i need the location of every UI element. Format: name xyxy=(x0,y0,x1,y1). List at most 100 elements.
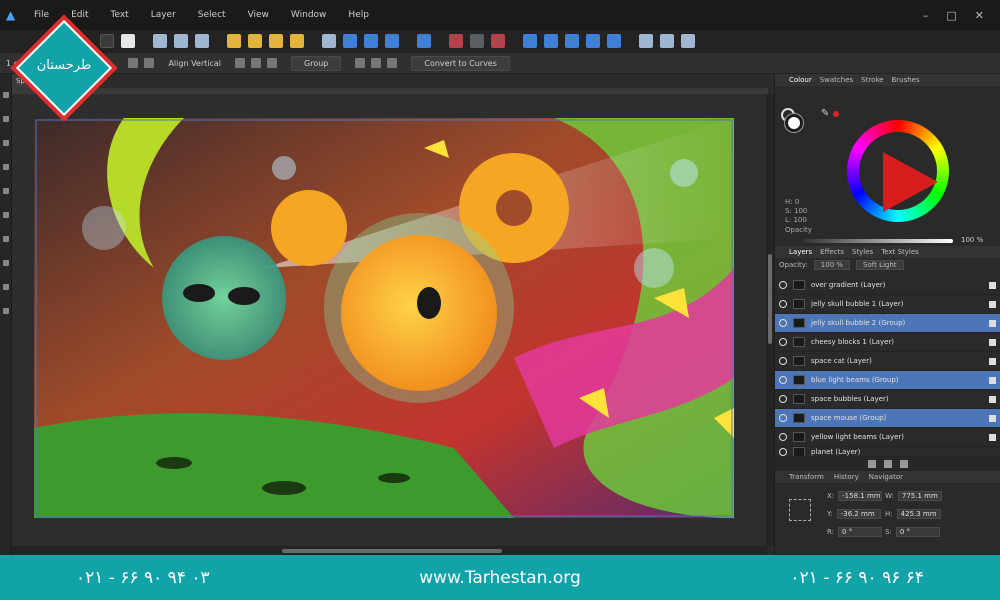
anchor-point-selector[interactable] xyxy=(789,499,811,521)
close-button[interactable]: ✕ xyxy=(975,9,984,22)
divide-boolean-icon[interactable] xyxy=(607,34,621,48)
align-top-icon[interactable] xyxy=(235,58,246,68)
origin-icon[interactable] xyxy=(128,58,139,68)
tab-swatches[interactable]: Swatches xyxy=(820,76,853,84)
visibility-icon[interactable] xyxy=(779,447,787,456)
vertical-scroll-thumb[interactable] xyxy=(768,254,772,344)
layer-checkbox[interactable] xyxy=(989,376,996,384)
recent-color-swatch[interactable] xyxy=(833,111,839,117)
tab-text-styles[interactable]: Text Styles xyxy=(881,248,919,256)
layer-row[interactable]: jelly skull bubble 1 (Layer) xyxy=(775,295,1000,314)
add-group-icon[interactable] xyxy=(883,460,892,468)
menu-window[interactable]: Window xyxy=(291,10,327,20)
rotate-left-icon[interactable] xyxy=(364,34,378,48)
order-backward-icon[interactable] xyxy=(248,34,262,48)
visibility-icon[interactable] xyxy=(779,357,787,365)
tab-stroke[interactable]: Stroke xyxy=(861,76,883,84)
add-boolean-icon[interactable] xyxy=(523,34,537,48)
layer-checkbox[interactable] xyxy=(989,433,996,441)
fill-tool-icon[interactable] xyxy=(2,212,9,218)
menu-text[interactable]: Text xyxy=(111,10,129,20)
insert-behind-icon[interactable] xyxy=(371,58,382,68)
layer-row[interactable]: space mouse (Group) xyxy=(775,409,1000,428)
flip-horizontal-icon[interactable] xyxy=(322,34,336,48)
visibility-icon[interactable] xyxy=(779,376,787,384)
tab-colour[interactable]: Colour xyxy=(789,76,812,84)
menu-select[interactable]: Select xyxy=(198,10,226,20)
color-triangle[interactable] xyxy=(883,152,938,212)
y-field[interactable]: -36.2 mm xyxy=(836,509,881,519)
align-icon[interactable] xyxy=(417,34,431,48)
menu-edit[interactable]: Edit xyxy=(71,10,88,20)
intersect-boolean-icon[interactable] xyxy=(565,34,579,48)
pencil-tool-icon[interactable] xyxy=(2,164,9,170)
tab-styles[interactable]: Styles xyxy=(852,248,873,256)
lock-icon[interactable] xyxy=(387,58,398,68)
align-left-icon[interactable] xyxy=(144,58,155,68)
move-tool-icon[interactable] xyxy=(2,92,9,98)
vertical-scrollbar[interactable] xyxy=(766,94,774,546)
rotate-icon[interactable] xyxy=(195,34,209,48)
text-tool-icon[interactable] xyxy=(2,284,9,290)
layer-row[interactable]: yellow light beams (Layer) xyxy=(775,428,1000,447)
layer-row[interactable]: space bubbles (Layer) xyxy=(775,390,1000,409)
subtract-boolean-icon[interactable] xyxy=(544,34,558,48)
visibility-icon[interactable] xyxy=(779,338,787,346)
delete-layer-icon[interactable] xyxy=(899,460,908,468)
snapping-icon[interactable] xyxy=(100,34,114,48)
xor-boolean-icon[interactable] xyxy=(586,34,600,48)
insert-inside-icon[interactable] xyxy=(355,58,366,68)
tab-navigator[interactable]: Navigator xyxy=(869,473,903,481)
tab-brushes[interactable]: Brushes xyxy=(891,76,919,84)
eyedropper-icon[interactable]: ✎ xyxy=(821,108,829,119)
minimize-button[interactable]: – xyxy=(923,9,929,22)
visibility-icon[interactable] xyxy=(779,319,787,327)
order-front-icon[interactable] xyxy=(290,34,304,48)
node-tool-icon[interactable] xyxy=(2,116,9,122)
order-back-icon[interactable] xyxy=(227,34,241,48)
color-mode-icon[interactable] xyxy=(491,34,505,48)
menu-help[interactable]: Help xyxy=(348,10,369,20)
x-field[interactable]: -158.1 mm xyxy=(838,491,883,501)
tab-history[interactable]: History xyxy=(834,473,859,481)
tab-transform[interactable]: Transform xyxy=(789,473,824,481)
layer-checkbox[interactable] xyxy=(989,357,996,365)
visibility-icon[interactable] xyxy=(779,395,787,403)
geometry-intersect-icon[interactable] xyxy=(681,34,695,48)
visibility-icon[interactable] xyxy=(779,433,787,441)
website-link[interactable]: www.Tarhestan.org xyxy=(419,568,580,588)
force-pixel-icon[interactable] xyxy=(121,34,135,48)
align-middle-icon[interactable] xyxy=(251,58,262,68)
transform-icon[interactable] xyxy=(153,34,167,48)
h-field[interactable]: 425.3 mm xyxy=(896,509,941,519)
transparency-tool-icon[interactable] xyxy=(2,236,9,242)
isolation-icon[interactable] xyxy=(449,34,463,48)
layer-row[interactable]: space cat (Layer) xyxy=(775,352,1000,371)
layer-row[interactable]: blue light beams (Group) xyxy=(775,371,1000,390)
layer-row[interactable]: jelly skull bubble 2 (Group) xyxy=(775,314,1000,333)
layer-opacity-field[interactable]: 100 % xyxy=(813,260,851,270)
group-button[interactable]: Group xyxy=(291,55,342,71)
app-icon[interactable]: ▲ xyxy=(6,7,22,23)
layer-checkbox[interactable] xyxy=(989,414,996,422)
maximize-button[interactable]: □ xyxy=(946,9,956,22)
align-bottom-icon[interactable] xyxy=(267,58,278,68)
flip-vertical-icon[interactable] xyxy=(343,34,357,48)
visibility-icon[interactable] xyxy=(779,281,787,289)
tab-effects[interactable]: Effects xyxy=(820,248,844,256)
geometry-add-icon[interactable] xyxy=(639,34,653,48)
visibility-icon[interactable] xyxy=(779,300,787,308)
layer-checkbox[interactable] xyxy=(989,319,996,327)
menu-layer[interactable]: Layer xyxy=(151,10,176,20)
artboard-illustration[interactable] xyxy=(34,118,734,518)
menu-file[interactable]: File xyxy=(34,10,49,20)
horizontal-scrollbar[interactable] xyxy=(12,546,768,555)
pen-tool-icon[interactable] xyxy=(2,140,9,146)
shape-tool-icon[interactable] xyxy=(2,260,9,266)
layer-checkbox[interactable] xyxy=(989,281,996,289)
r-field[interactable]: 0 ° xyxy=(838,527,883,537)
brush-tool-icon[interactable] xyxy=(2,188,9,194)
zoom-tool-icon[interactable] xyxy=(2,308,9,314)
layer-row[interactable]: planet (Layer) xyxy=(775,447,1000,457)
layer-checkbox[interactable] xyxy=(989,300,996,308)
